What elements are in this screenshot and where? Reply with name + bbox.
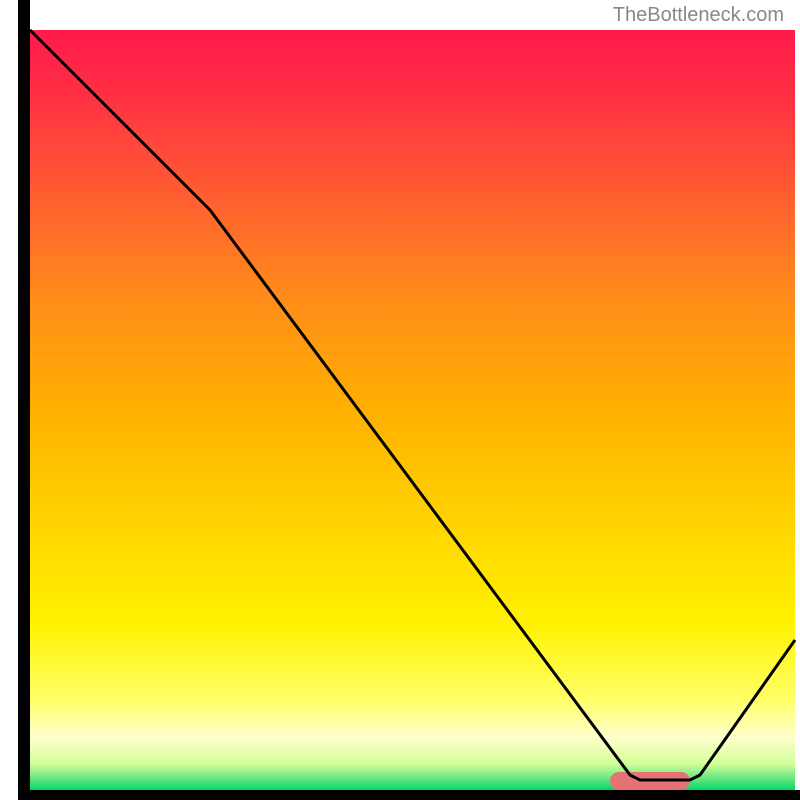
x-axis-border — [18, 790, 800, 800]
watermark-text: TheBottleneck.com — [613, 4, 784, 27]
chart-svg — [0, 0, 800, 800]
bottleneck-chart: TheBottleneck.com — [0, 0, 800, 800]
y-axis-border — [18, 0, 30, 800]
